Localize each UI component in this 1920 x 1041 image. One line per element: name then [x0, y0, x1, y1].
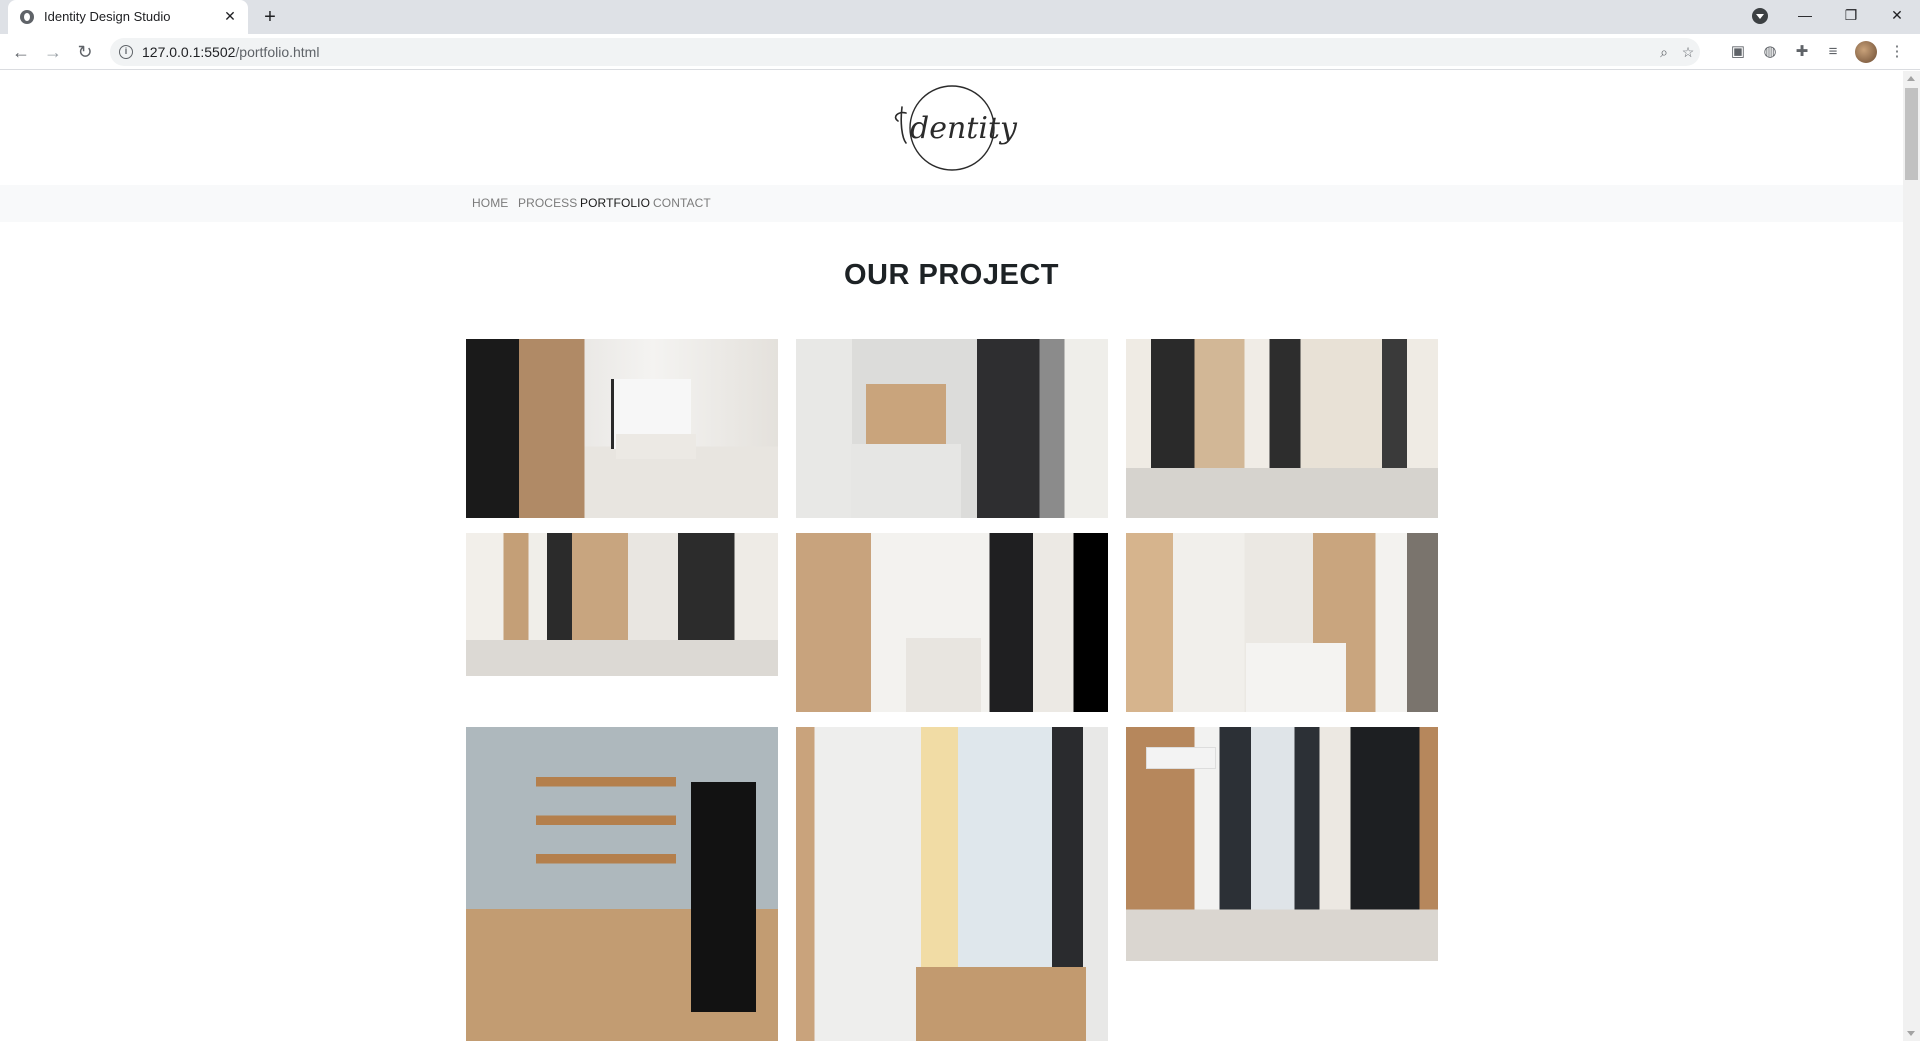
reload-icon[interactable]: ↻: [71, 38, 99, 66]
page-viewport: dentity HOME PROCESS PORTFOLIO CONTACT O…: [0, 71, 1903, 1041]
site-info-icon[interactable]: i: [119, 45, 133, 59]
globe-icon: [20, 10, 34, 24]
portfolio-photo-bedroom-3[interactable]: [466, 727, 778, 1041]
window-close-icon[interactable]: ✕: [1874, 0, 1920, 30]
browser-tab[interactable]: Identity Design Studio ✕: [8, 0, 248, 34]
zoom-icon[interactable]: ⌕: [1655, 43, 1673, 61]
menu-kebab-icon[interactable]: ⋮: [1887, 42, 1907, 62]
close-tab-icon[interactable]: ✕: [220, 6, 240, 26]
portfolio-photo-bedroom-2[interactable]: [1126, 533, 1438, 712]
tab-search-icon[interactable]: [1752, 8, 1768, 24]
address-bar[interactable]: i 127.0.0.1:5502/portfolio.html ⌕ ☆: [110, 38, 1700, 66]
portfolio-photo-bedroom-4[interactable]: [796, 727, 1108, 1041]
nav-process[interactable]: PROCESS: [518, 196, 577, 210]
new-tab-button[interactable]: +: [258, 5, 282, 29]
browser-tab-bar: Identity Design Studio ✕ + — ❐ ✕: [0, 0, 1920, 34]
bookmark-star-icon[interactable]: ☆: [1679, 43, 1697, 61]
browser-toolbar: ← → ↻ i 127.0.0.1:5502/portfolio.html ⌕ …: [0, 34, 1920, 70]
tab-title: Identity Design Studio: [44, 9, 171, 24]
url-text: 127.0.0.1:5502/portfolio.html: [142, 44, 320, 60]
reading-list-icon[interactable]: ≡: [1823, 42, 1843, 62]
portfolio-photo-entry-1[interactable]: [1126, 339, 1438, 518]
portfolio-photo-living-kitchen[interactable]: [466, 533, 778, 676]
nav-portfolio[interactable]: PORTFOLIO: [580, 196, 650, 210]
nav-home[interactable]: HOME: [472, 196, 508, 210]
scrollbar-thumb[interactable]: [1905, 88, 1918, 180]
svg-text:dentity: dentity: [910, 111, 1018, 146]
profile-avatar[interactable]: [1855, 41, 1877, 63]
main-nav: HOME PROCESS PORTFOLIO CONTACT: [0, 185, 1903, 222]
portfolio-photo-living-room-2[interactable]: [1126, 727, 1438, 961]
portfolio-photo-kitchen[interactable]: [796, 533, 1108, 712]
nav-contact[interactable]: CONTACT: [653, 196, 711, 210]
scroll-down-arrow-icon[interactable]: [1907, 1031, 1915, 1036]
world-extension-icon[interactable]: ◍: [1760, 42, 1780, 62]
identity-logo: dentity: [894, 85, 1018, 171]
page-scrollbar[interactable]: [1903, 71, 1920, 1041]
scroll-up-arrow-icon[interactable]: [1907, 76, 1915, 81]
image-extension-icon[interactable]: ▣: [1728, 42, 1748, 62]
portfolio-photo-living-room-1[interactable]: [466, 339, 778, 518]
back-arrow-icon[interactable]: ←: [7, 38, 35, 66]
minimize-icon[interactable]: —: [1782, 0, 1828, 30]
page-title: OUR PROJECT: [844, 259, 1059, 291]
portfolio-photo-bedroom-1[interactable]: [796, 339, 1108, 518]
forward-arrow-icon[interactable]: →: [39, 38, 67, 66]
restore-icon[interactable]: ❐: [1828, 0, 1874, 30]
puzzle-extensions-icon[interactable]: ✚: [1792, 42, 1812, 62]
